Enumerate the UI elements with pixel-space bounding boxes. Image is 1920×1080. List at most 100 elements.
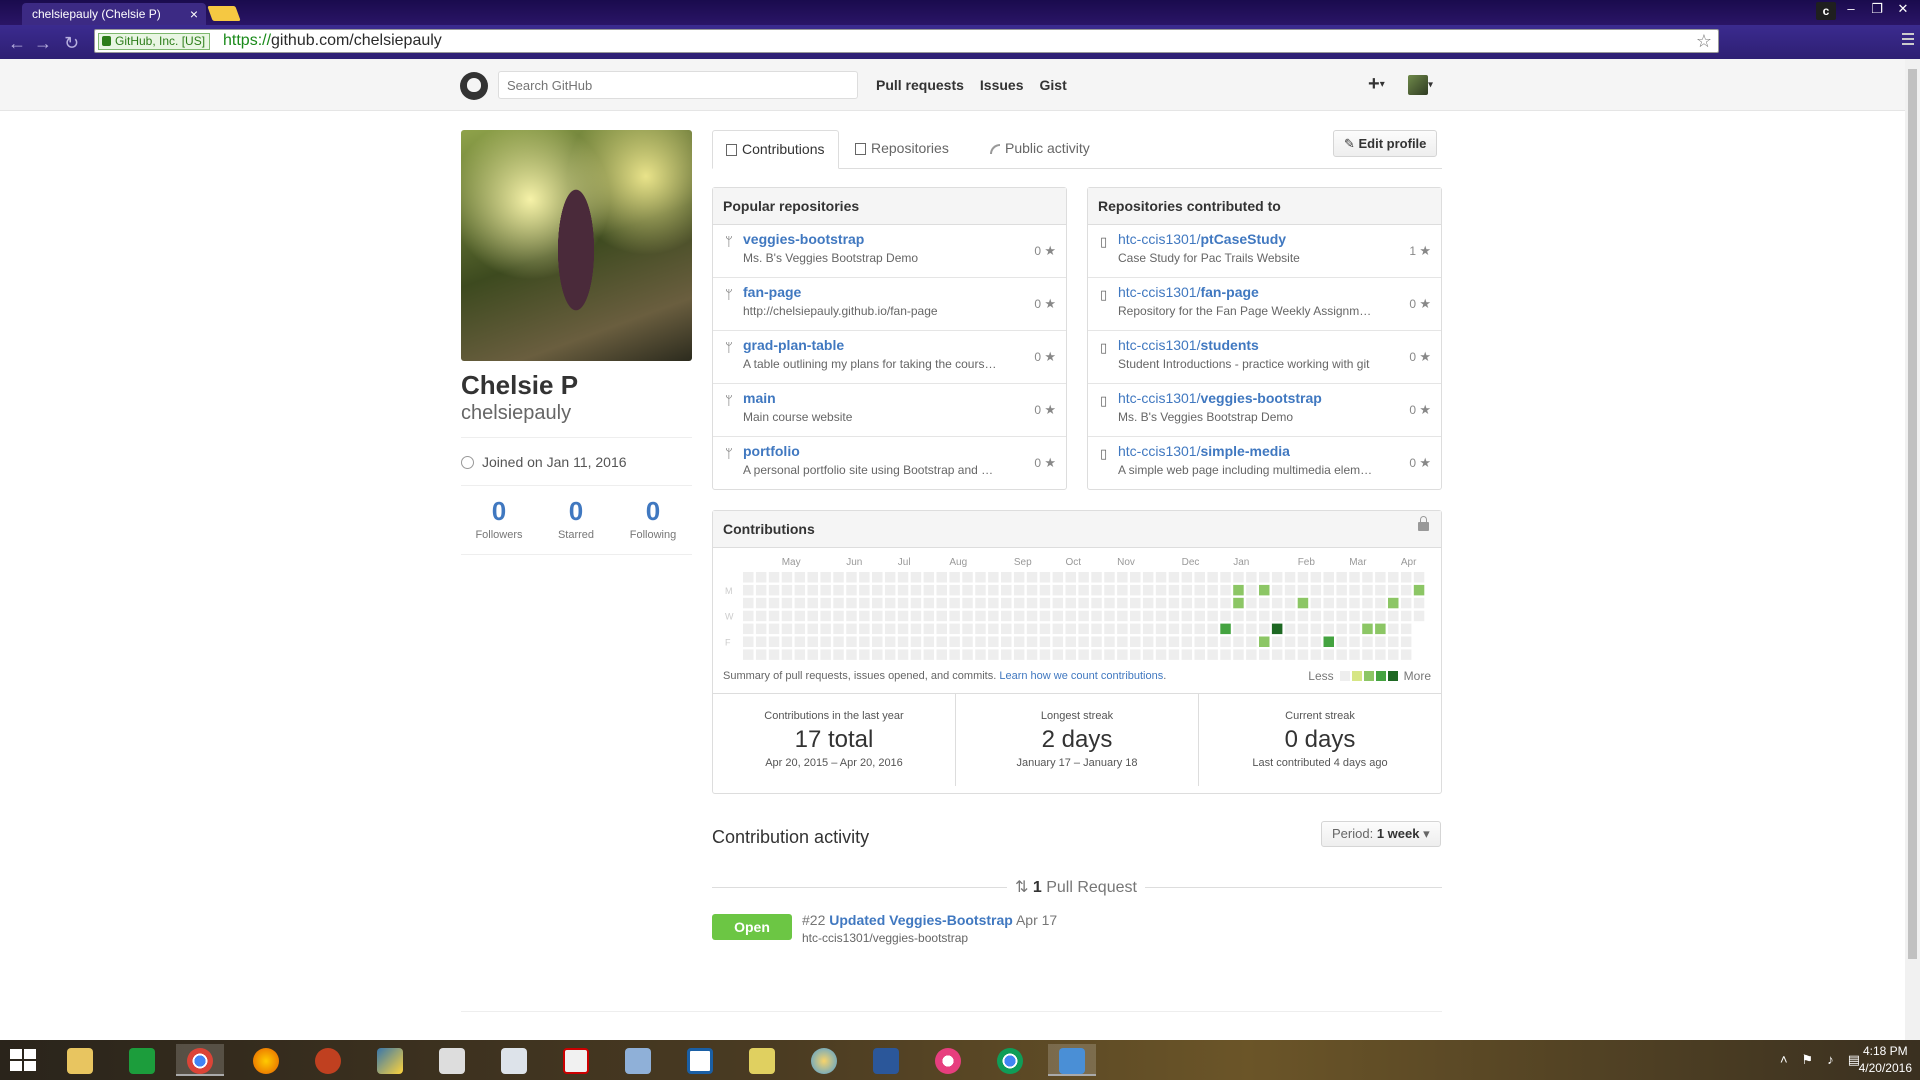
calendar-day[interactable]: [923, 623, 935, 635]
calendar-day[interactable]: [820, 584, 831, 596]
starred-stat[interactable]: 0 Starred: [538, 496, 614, 541]
calendar-day[interactable]: [1271, 572, 1283, 583]
calendar-day[interactable]: [1336, 610, 1347, 622]
calendar-day[interactable]: [936, 636, 948, 648]
new-tab-button[interactable]: [207, 6, 241, 21]
calendar-day[interactable]: [1388, 572, 1399, 583]
calendar-day[interactable]: [1362, 572, 1373, 583]
calendar-day[interactable]: [975, 610, 986, 622]
calendar-day[interactable]: [1130, 572, 1141, 583]
calendar-day[interactable]: [1233, 649, 1244, 660]
calendar-day[interactable]: [1233, 636, 1244, 648]
calendar-day[interactable]: [1259, 649, 1270, 660]
calendar-day[interactable]: [1271, 636, 1283, 648]
calendar-day[interactable]: [1065, 636, 1077, 648]
calendar-day[interactable]: [1246, 610, 1257, 622]
calendar-day[interactable]: [1001, 649, 1012, 660]
calendar-day[interactable]: [1220, 610, 1231, 622]
calendar-day[interactable]: [1336, 623, 1347, 635]
calendar-day[interactable]: [1117, 623, 1128, 635]
address-bar[interactable]: GitHub, Inc. [US] https://github.com/che…: [94, 29, 1719, 53]
calendar-day[interactable]: [859, 623, 870, 635]
calendar-day[interactable]: [1026, 610, 1038, 622]
calendar-day[interactable]: [1413, 572, 1425, 583]
calendar-day[interactable]: [1297, 597, 1309, 609]
calendar-day[interactable]: [949, 649, 960, 660]
calendar-day[interactable]: [1155, 584, 1167, 596]
repo-name-link[interactable]: htc-ccis1301/veggies-bootstrap: [1118, 390, 1431, 406]
chrome-icon[interactable]: [986, 1044, 1034, 1076]
calendar-day[interactable]: [1181, 623, 1193, 635]
firefox-icon[interactable]: [242, 1044, 290, 1076]
calendar-day[interactable]: [1323, 584, 1335, 596]
calendar-day[interactable]: [988, 597, 999, 609]
calendar-day[interactable]: [1091, 636, 1102, 648]
remote-desktop-icon[interactable]: [1048, 1044, 1096, 1076]
calendar-day[interactable]: [1194, 584, 1206, 596]
calendar-day[interactable]: [923, 572, 935, 583]
calendar-day[interactable]: [1168, 649, 1180, 660]
calendar-day[interactable]: [1142, 623, 1154, 635]
calendar-day[interactable]: [1323, 610, 1335, 622]
repo-list-item[interactable]: ᛘ portfolio A personal portfolio site usin…: [713, 437, 1066, 490]
calendar-day[interactable]: [962, 572, 973, 583]
calendar-day[interactable]: [807, 649, 819, 660]
calendar-day[interactable]: [1220, 636, 1231, 648]
calendar-day[interactable]: [1104, 584, 1115, 596]
calendar-day[interactable]: [820, 597, 831, 609]
calendar-day[interactable]: [1400, 584, 1412, 596]
calendar-day[interactable]: [1388, 610, 1399, 622]
repo-stars[interactable]: 0 ★: [1034, 402, 1056, 418]
tab-public-activity[interactable]: Public activity: [977, 130, 1103, 169]
calendar-day[interactable]: [768, 649, 780, 660]
calendar-day[interactable]: [884, 572, 896, 583]
calendar-day[interactable]: [846, 597, 857, 609]
calendar-day[interactable]: [768, 610, 780, 622]
calendar-day[interactable]: [1207, 572, 1218, 583]
calendar-day[interactable]: [949, 572, 960, 583]
calendar-day[interactable]: [1052, 636, 1064, 648]
repo-name-link[interactable]: portfolio: [743, 443, 1056, 459]
calendar-day[interactable]: [794, 649, 806, 660]
calendar-day[interactable]: [781, 636, 793, 648]
calendar-day[interactable]: [949, 584, 960, 596]
calendar-day[interactable]: [768, 572, 780, 583]
calendar-day[interactable]: [820, 623, 831, 635]
calendar-day[interactable]: [910, 584, 922, 596]
calendar-day[interactable]: [820, 636, 831, 648]
calendar-day[interactable]: [975, 597, 986, 609]
store-icon[interactable]: [118, 1044, 166, 1076]
calendar-day[interactable]: [1039, 597, 1051, 609]
calendar-day[interactable]: [1181, 649, 1193, 660]
calendar-day[interactable]: [1336, 636, 1347, 648]
calendar-day[interactable]: [1155, 610, 1167, 622]
calendar-day[interactable]: [768, 636, 780, 648]
calendar-day[interactable]: [807, 597, 819, 609]
calendar-day[interactable]: [1362, 610, 1373, 622]
calendar-day[interactable]: [1297, 572, 1309, 583]
calendar-day[interactable]: [1130, 636, 1141, 648]
calendar-day[interactable]: [1388, 649, 1399, 660]
calendar-day[interactable]: [1375, 649, 1386, 660]
calendar-day[interactable]: [1091, 584, 1102, 596]
calendar-day[interactable]: [872, 597, 883, 609]
followers-stat[interactable]: 0 Followers: [461, 496, 537, 541]
calendar-day[interactable]: [1026, 636, 1038, 648]
calendar-day[interactable]: [1246, 597, 1257, 609]
calendar-day[interactable]: [807, 610, 819, 622]
calendar-day[interactable]: [846, 584, 857, 596]
close-window-icon[interactable]: ✕: [1892, 0, 1914, 18]
calendar-day[interactable]: [1220, 597, 1231, 609]
calendar-day[interactable]: [1013, 610, 1025, 622]
calendar-day[interactable]: [1323, 572, 1335, 583]
calendar-day[interactable]: [1259, 623, 1270, 635]
volume-icon[interactable]: ♪: [1827, 1052, 1834, 1068]
paint-icon[interactable]: [800, 1044, 848, 1076]
calendar-day[interactable]: [988, 649, 999, 660]
calendar-day[interactable]: [1375, 636, 1386, 648]
calendar-day[interactable]: [910, 636, 922, 648]
calendar-day[interactable]: [1001, 584, 1012, 596]
calendar-day[interactable]: [962, 597, 973, 609]
calendar-day[interactable]: [1181, 572, 1193, 583]
visio-icon[interactable]: [862, 1044, 910, 1076]
